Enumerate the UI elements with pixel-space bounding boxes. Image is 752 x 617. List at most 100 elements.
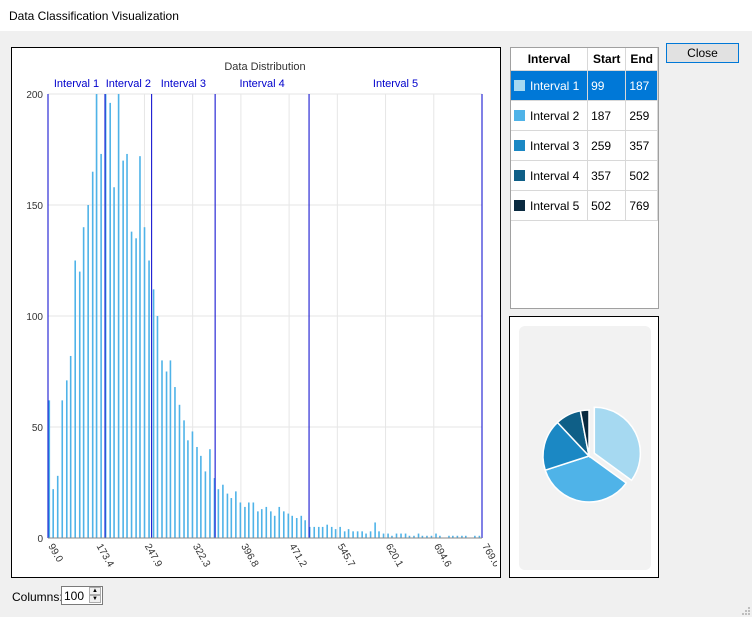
x-tick-label: 471.2 bbox=[287, 542, 309, 570]
histogram-bar bbox=[200, 455, 202, 538]
interval-color-swatch bbox=[514, 199, 525, 211]
table-row[interactable]: Interval 5 502 769 bbox=[511, 190, 658, 221]
histogram-bar bbox=[91, 171, 94, 538]
col-header-end[interactable]: End bbox=[625, 48, 658, 71]
histogram-bar bbox=[265, 506, 268, 538]
histogram-bar bbox=[321, 526, 324, 538]
col-header-start[interactable]: Start bbox=[587, 48, 627, 71]
table-row[interactable]: Interval 4 357 502 bbox=[511, 160, 658, 191]
histogram-bar bbox=[169, 360, 172, 538]
start-cell[interactable]: 259 bbox=[587, 130, 627, 161]
histogram-bar bbox=[174, 387, 176, 538]
interval-cell[interactable]: Interval 2 bbox=[511, 100, 589, 131]
histogram-bar bbox=[404, 533, 407, 538]
histogram-chart-area: Data Distribution 0 50 100 150 200 Interval 1 I… bbox=[15, 51, 497, 574]
histogram-bar bbox=[347, 529, 350, 538]
histogram-bar bbox=[365, 533, 367, 538]
histogram-bar bbox=[117, 94, 120, 538]
histogram-panel: Data Distribution 0 50 100 150 200 Interval 1 I… bbox=[11, 47, 501, 578]
table-row[interactable]: Interval 3 259 357 bbox=[511, 130, 658, 161]
end-cell[interactable]: 502 bbox=[625, 160, 658, 191]
interval-table-body: Interval 1 99 187 Interval 2 187 259 Interval … bbox=[511, 70, 658, 221]
histogram-bar bbox=[48, 400, 51, 538]
histogram-bar bbox=[361, 531, 363, 538]
spin-up-button[interactable]: ▲ bbox=[89, 587, 101, 595]
interval-cell[interactable]: Interval 4 bbox=[511, 160, 589, 191]
resize-grip-icon[interactable] bbox=[740, 605, 750, 615]
histogram-bar bbox=[235, 491, 237, 538]
y-tick-label: 50 bbox=[32, 423, 44, 434]
y-tick-label: 150 bbox=[26, 201, 43, 212]
x-tick-label: 769.0 bbox=[479, 542, 497, 570]
histogram-bar bbox=[239, 502, 242, 538]
histogram-bar bbox=[273, 515, 276, 538]
interval-color-swatch bbox=[514, 139, 525, 151]
histogram-bar bbox=[196, 446, 198, 538]
chart-title: Data Distribution bbox=[224, 61, 305, 73]
histogram-bar bbox=[369, 531, 372, 538]
x-tick-label: 173.4 bbox=[94, 542, 116, 570]
histogram-bar bbox=[226, 493, 229, 538]
columns-input[interactable] bbox=[64, 588, 88, 603]
histogram-bar bbox=[135, 238, 137, 539]
start-cell[interactable]: 99 bbox=[587, 70, 627, 101]
columns-spinbox[interactable]: ▲ ▼ bbox=[61, 586, 103, 605]
histogram-bar bbox=[374, 522, 376, 538]
columns-label: Columns: bbox=[12, 590, 63, 604]
spin-down-button[interactable]: ▼ bbox=[89, 595, 101, 603]
histogram-bar bbox=[252, 502, 255, 538]
y-tick-label: 100 bbox=[26, 312, 43, 323]
interval-table-panel: Interval Start End Interval 1 99 187 Interv… bbox=[510, 47, 659, 309]
histogram-bar bbox=[126, 153, 128, 538]
histogram-bar bbox=[352, 531, 354, 538]
histogram-bar bbox=[65, 380, 68, 538]
histogram-bar bbox=[395, 533, 398, 538]
x-tick-label: 247.9 bbox=[142, 542, 164, 570]
histogram-bar bbox=[143, 227, 146, 538]
histogram-bar bbox=[113, 187, 115, 539]
table-row[interactable]: Interval 1 99 187 bbox=[511, 70, 658, 101]
interval-cell[interactable]: Interval 5 bbox=[511, 190, 589, 221]
histogram-chart: Data Distribution 0 50 100 150 200 Interval 1 I… bbox=[26, 61, 497, 570]
table-row[interactable]: Interval 2 187 259 bbox=[511, 100, 658, 131]
histogram-bar bbox=[278, 506, 281, 538]
histogram-bar bbox=[191, 431, 194, 538]
start-cell[interactable]: 187 bbox=[587, 100, 627, 131]
histogram-bar bbox=[222, 484, 224, 538]
histogram-bar bbox=[230, 498, 233, 538]
start-cell[interactable]: 357 bbox=[587, 160, 627, 191]
histogram-bar bbox=[378, 531, 380, 538]
end-cell[interactable]: 769 bbox=[625, 190, 658, 221]
interval-label: Interval 2 bbox=[106, 78, 151, 90]
histogram-bar bbox=[326, 524, 328, 538]
interval-name: Interval 4 bbox=[530, 168, 580, 183]
end-cell[interactable]: 259 bbox=[625, 100, 658, 131]
x-tick-label: 620.1 bbox=[383, 542, 405, 570]
histogram-bar bbox=[78, 271, 81, 538]
col-header-interval[interactable]: Interval bbox=[511, 48, 589, 71]
close-button[interactable]: Close bbox=[666, 43, 739, 63]
interval-name: Interval 2 bbox=[530, 108, 580, 123]
histogram-bar bbox=[287, 513, 290, 538]
end-cell[interactable]: 357 bbox=[625, 130, 658, 161]
histogram-bar bbox=[387, 533, 389, 538]
histogram-bar bbox=[56, 475, 59, 538]
histogram-bar bbox=[187, 440, 189, 538]
histogram-bar bbox=[156, 316, 159, 538]
histogram-bar bbox=[130, 231, 133, 538]
interval-color-swatch bbox=[514, 169, 525, 181]
histogram-bar bbox=[356, 531, 359, 538]
interval-label: Interval 3 bbox=[161, 78, 206, 90]
interval-table: Interval Start End Interval 1 99 187 Interv… bbox=[511, 48, 658, 221]
histogram-bar bbox=[52, 489, 54, 538]
histogram-bar bbox=[139, 156, 141, 538]
histogram-bar bbox=[122, 160, 124, 538]
histogram-bar bbox=[400, 533, 402, 538]
histogram-bar bbox=[417, 533, 420, 538]
interval-cell[interactable]: Interval 1 bbox=[511, 70, 589, 101]
end-cell[interactable]: 187 bbox=[625, 70, 658, 101]
interval-cell[interactable]: Interval 3 bbox=[511, 130, 589, 161]
start-cell[interactable]: 502 bbox=[587, 190, 627, 221]
y-tick-label: 200 bbox=[26, 90, 43, 101]
histogram-bar bbox=[204, 471, 207, 538]
